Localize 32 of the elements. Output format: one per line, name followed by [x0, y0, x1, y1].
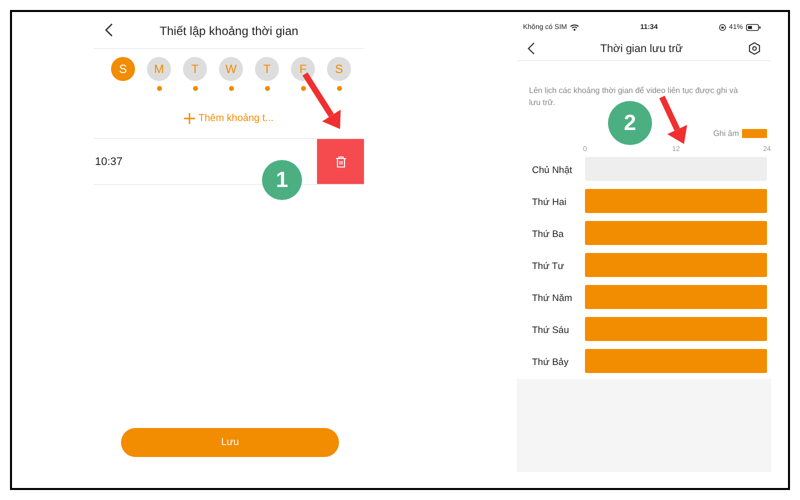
period-time: 10:37 — [94, 156, 124, 168]
day-label: Thứ Sáu — [532, 325, 569, 336]
day-toggle[interactable]: W — [219, 57, 243, 81]
day-label: Thứ Tư — [532, 261, 564, 272]
wifi-icon — [570, 24, 579, 30]
back-icon[interactable] — [104, 23, 113, 37]
settings-icon[interactable] — [748, 42, 761, 55]
day-toggle[interactable]: M — [147, 57, 171, 81]
day-label: Chủ Nhật — [532, 165, 572, 176]
legend-label: Ghi âm — [713, 129, 740, 138]
plus-icon — [184, 113, 196, 124]
day-label: Thứ Năm — [532, 293, 572, 304]
legend-item: Ghi âm — [713, 129, 767, 138]
day-toggle[interactable]: S — [327, 57, 351, 81]
day-label: Thứ Bảy — [532, 357, 568, 368]
battery-icon — [746, 24, 761, 30]
add-period-button[interactable]: Thêm khoảng t... — [184, 113, 274, 124]
day-toggle[interactable]: F — [291, 57, 315, 81]
day-toggle[interactable]: S — [111, 57, 135, 81]
lock-rotation-icon — [718, 24, 726, 30]
day-toggle[interactable]: T — [255, 57, 279, 81]
screen-title: Thời gian lưu trữ — [600, 42, 683, 54]
save-button[interactable]: Lưu — [121, 428, 339, 457]
pointer-arrow — [659, 96, 688, 144]
trash-icon — [334, 156, 346, 168]
screen-title: Thiết lập khoảng thời gian — [160, 24, 298, 38]
back-icon[interactable] — [527, 42, 535, 55]
day-label: Thứ Hai — [532, 197, 566, 208]
delete-button[interactable] — [317, 139, 364, 184]
day-label: Thứ Ba — [532, 229, 564, 240]
day-toggle[interactable]: T — [183, 57, 207, 81]
pointer-arrow — [302, 72, 341, 129]
